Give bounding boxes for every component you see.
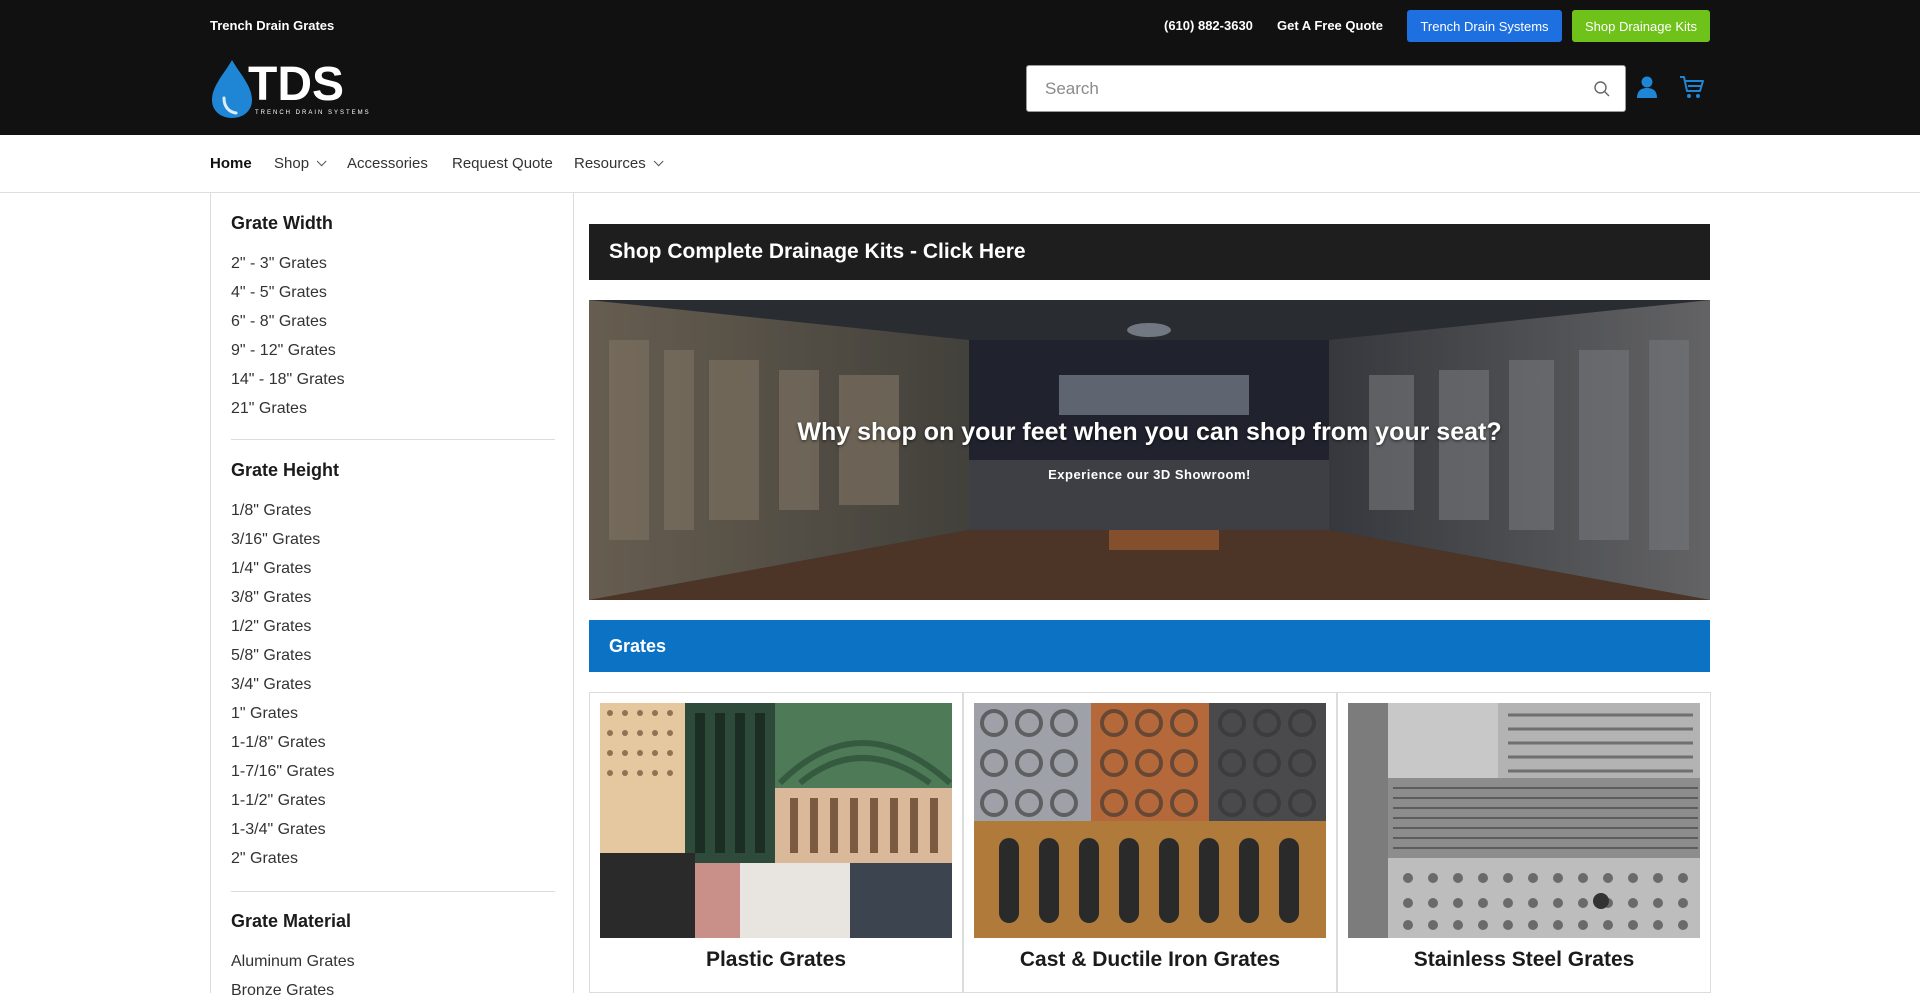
- nav-resources[interactable]: Resources: [574, 155, 664, 172]
- search-bar: [1026, 65, 1626, 112]
- filter-link[interactable]: 2" Grates: [231, 844, 555, 873]
- showroom-image: [589, 300, 1710, 600]
- nav-request-quote[interactable]: Request Quote: [452, 155, 553, 172]
- nav-home[interactable]: Home: [210, 155, 252, 172]
- filter-link[interactable]: 6" - 8" Grates: [231, 307, 555, 336]
- filter-link[interactable]: 1-1/2" Grates: [231, 786, 555, 815]
- filter-link[interactable]: 3/4" Grates: [231, 670, 555, 699]
- plastic-grates-image: [600, 703, 952, 938]
- filter-group-material: Grate Material Aluminum Grates Bronze Gr…: [231, 911, 555, 1005]
- grates-section-header: Grates: [589, 620, 1710, 672]
- logo-text: TDS: [248, 58, 344, 111]
- filter-link[interactable]: 1-7/16" Grates: [231, 757, 555, 786]
- cart-icon[interactable]: [1679, 74, 1705, 100]
- divider: [231, 891, 555, 892]
- shop-drainage-kits-button[interactable]: Shop Drainage Kits: [1572, 10, 1710, 42]
- drop-logo-icon: TDS TRENCH DRAIN SYSTEMS: [212, 58, 371, 118]
- filter-link[interactable]: 14" - 18" Grates: [231, 365, 555, 394]
- filter-link[interactable]: 4" - 5" Grates: [231, 278, 555, 307]
- filter-link[interactable]: 1" Grates: [231, 699, 555, 728]
- filter-title: Grate Material: [231, 911, 352, 931]
- cast-iron-grates-image: [974, 703, 1326, 938]
- card-title: Plastic Grates: [705, 948, 847, 971]
- filter-link[interactable]: 3/8" Grates: [231, 583, 555, 612]
- nav-resources-label: Resources: [574, 155, 646, 172]
- filter-link[interactable]: 1/8" Grates: [231, 496, 555, 525]
- search-icon[interactable]: [1593, 80, 1611, 98]
- category-card-cast-iron[interactable]: Cast & Ductile Iron Grates: [963, 692, 1337, 993]
- filter-link[interactable]: 1-3/4" Grates: [231, 815, 555, 844]
- search-input[interactable]: [1045, 76, 1565, 102]
- card-title: Stainless Steel Grates: [1413, 948, 1635, 971]
- filter-group-height: Grate Height 1/8" Grates 3/16" Grates 1/…: [231, 460, 555, 873]
- showroom-hero[interactable]: Why shop on your feet when you can shop …: [589, 300, 1710, 600]
- card-title: Cast & Ductile Iron Grates: [1019, 948, 1281, 971]
- filter-group-width: Grate Width 2" - 3" Grates 4" - 5" Grate…: [231, 213, 555, 423]
- trench-drain-systems-button[interactable]: Trench Drain Systems: [1407, 10, 1562, 42]
- free-quote-link[interactable]: Get A Free Quote: [1277, 18, 1383, 33]
- filter-link[interactable]: 3/16" Grates: [231, 525, 555, 554]
- filter-link[interactable]: 1-1/8" Grates: [231, 728, 555, 757]
- category-card-plastic[interactable]: Plastic Grates: [589, 692, 963, 993]
- nav-accessories[interactable]: Accessories: [347, 155, 428, 172]
- hero-title: Why shop on your feet when you can shop …: [797, 418, 1502, 446]
- hero-subtitle: Experience our 3D Showroom!: [1048, 467, 1251, 482]
- filter-link[interactable]: 2" - 3" Grates: [231, 249, 555, 278]
- chevron-down-icon: [653, 156, 664, 167]
- nav-shop-label: Shop: [274, 155, 310, 172]
- filter-link[interactable]: 21" Grates: [231, 394, 555, 423]
- logo[interactable]: TDS TRENCH DRAIN SYSTEMS: [210, 58, 380, 120]
- main-nav: Home Shop Accessories Request Quote Reso…: [0, 135, 1920, 193]
- nav-shop[interactable]: Shop: [274, 155, 327, 172]
- filter-sidebar: Grate Width 2" - 3" Grates 4" - 5" Grate…: [210, 193, 574, 999]
- filter-link[interactable]: Aluminum Grates: [231, 947, 555, 976]
- filter-link[interactable]: 9" - 12" Grates: [231, 336, 555, 365]
- filter-link[interactable]: 1/4" Grates: [231, 554, 555, 583]
- stainless-grates-image: [1348, 703, 1700, 938]
- divider: [231, 439, 555, 440]
- filter-link[interactable]: Bronze Grates: [231, 976, 555, 1005]
- filter-title: Grate Height: [231, 460, 340, 480]
- filter-link[interactable]: 1/2" Grates: [231, 612, 555, 641]
- site-name[interactable]: Trench Drain Grates: [210, 18, 334, 33]
- chevron-down-icon: [316, 156, 327, 167]
- drainage-kits-banner[interactable]: Shop Complete Drainage Kits - Click Here: [589, 224, 1710, 280]
- filter-link[interactable]: 5/8" Grates: [231, 641, 555, 670]
- phone-number[interactable]: (610) 882-3630: [1164, 18, 1253, 33]
- filter-title: Grate Width: [231, 213, 333, 233]
- account-icon[interactable]: [1636, 75, 1658, 99]
- category-card-stainless[interactable]: Stainless Steel Grates: [1337, 692, 1711, 993]
- header: Trench Drain Grates (610) 882-3630 Get A…: [0, 0, 1920, 135]
- logo-subtext: TRENCH DRAIN SYSTEMS: [255, 110, 371, 116]
